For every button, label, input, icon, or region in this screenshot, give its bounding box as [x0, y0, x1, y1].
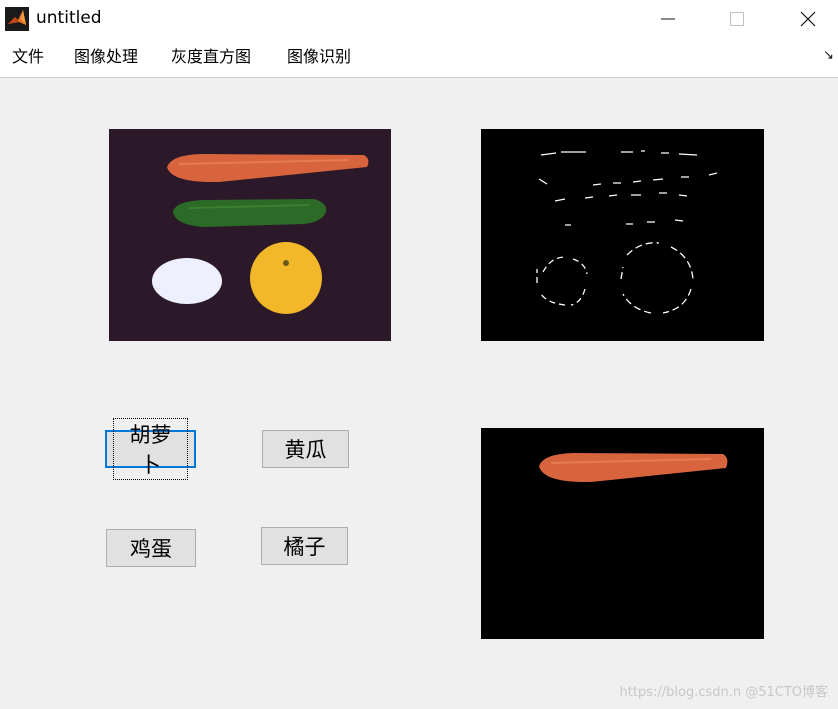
- result-image: [481, 428, 764, 639]
- minimize-icon: [661, 18, 675, 20]
- close-button[interactable]: [785, 0, 831, 38]
- matlab-icon: [5, 7, 29, 31]
- original-image: [109, 129, 391, 341]
- carrot-button-label: 胡萝卜: [113, 418, 188, 480]
- menu-image-processing[interactable]: 图像处理: [74, 47, 138, 67]
- edge-image: [536, 150, 718, 314]
- carrot-button[interactable]: 胡萝卜: [105, 418, 196, 480]
- title-bar: untitled: [0, 0, 838, 38]
- menu-grayscale-histogram[interactable]: 灰度直方图: [171, 47, 251, 67]
- maximize-button[interactable]: [714, 0, 760, 38]
- menu-file[interactable]: 文件: [12, 47, 44, 67]
- close-icon: [800, 11, 816, 27]
- egg-button[interactable]: 鸡蛋: [106, 529, 196, 567]
- minimize-button[interactable]: [645, 0, 691, 38]
- window-title: untitled: [36, 8, 102, 28]
- menu-image-recognition[interactable]: 图像识别: [287, 47, 351, 67]
- orange-button[interactable]: 橘子: [261, 527, 348, 565]
- toolbar-toggle-icon[interactable]: ↘: [823, 48, 834, 63]
- maximize-icon: [730, 12, 744, 26]
- original-image-axes: [109, 129, 391, 341]
- menu-bar: 文件 图像处理 灰度直方图 图像识别 ↘: [0, 38, 838, 78]
- watermark: https://blog.csdn.n @51CTO博客: [619, 685, 828, 700]
- cucumber-button[interactable]: 黄瓜: [262, 430, 349, 468]
- result-image-axes: [481, 428, 764, 639]
- edge-image-axes: [481, 129, 764, 341]
